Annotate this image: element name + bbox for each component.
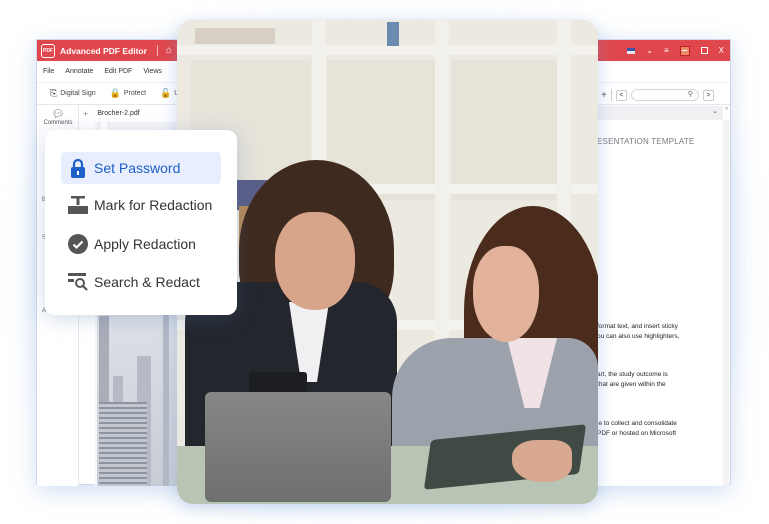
search-input[interactable]: ⚲ — [630, 89, 699, 101]
document-heading: ESENTATION TEMPLATE — [597, 137, 695, 146]
document-tab-bar: + Brocher-2.pdf — [79, 105, 189, 122]
comments-label: Comments — [43, 120, 73, 126]
menu-annotate[interactable]: Annotate — [65, 68, 93, 75]
collapse-panel-icon[interactable]: « — [725, 106, 728, 112]
page-navigation: + < ⚲ > — [597, 84, 731, 106]
menu-item-label: Mark for Redaction — [94, 197, 213, 213]
lock-icon — [67, 157, 89, 179]
document-tab[interactable]: Brocher-2.pdf — [97, 110, 139, 117]
mark-redaction-icon — [67, 194, 89, 216]
comments-rail-item[interactable]: 💬︎ Comments — [37, 109, 79, 126]
hamburger-menu-icon[interactable]: ≡ — [664, 46, 669, 55]
search-redact-icon — [67, 271, 89, 293]
books — [387, 22, 399, 46]
app-logo-icon: PDF — [41, 43, 55, 58]
protect-label: Protect — [123, 90, 147, 97]
menu-item-search-redact[interactable]: Search & Redact — [61, 266, 221, 298]
home-icon[interactable]: ⌂ — [166, 45, 172, 56]
next-page-button[interactable]: > — [702, 89, 714, 101]
menu-item-set-password[interactable]: Set Password — [61, 152, 221, 184]
app-title: Advanced PDF Editor — [60, 45, 147, 56]
language-chevron-icon[interactable]: ⌄ — [646, 46, 653, 55]
right-tab-strip: ⌄ — [597, 106, 723, 120]
minimize-button[interactable] — [679, 45, 690, 56]
office-photo — [177, 20, 598, 504]
menu-item-label: Search & Redact — [94, 274, 200, 290]
window-controls: ⌄ ≡ X — [627, 40, 724, 61]
close-button[interactable]: X — [719, 46, 724, 55]
comments-icon: 💬︎ — [51, 109, 65, 120]
scrollbar[interactable] — [723, 120, 729, 486]
unlock-icon: 🔓 — [160, 88, 172, 98]
menu-item-apply-redaction[interactable]: Apply Redaction — [61, 228, 221, 260]
menu-file[interactable]: File — [43, 68, 54, 75]
menu-views[interactable]: Views — [143, 68, 162, 75]
digital-sign-icon: ⎘ — [50, 88, 58, 98]
laptop — [205, 392, 391, 502]
paragraph-1-line-2: ou can also use highlighters, — [597, 333, 680, 340]
paragraph-2-line-1: art, the study outcome is — [597, 371, 668, 378]
language-flag-icon[interactable] — [627, 47, 636, 54]
menu-item-label: Apply Redaction — [94, 236, 196, 252]
paragraph-1-line-1: format text, and insert sticky — [597, 323, 678, 330]
protect-button[interactable]: 🔒 Protect — [110, 88, 146, 99]
menu-item-mark-for-redaction[interactable]: Mark for Redaction — [61, 189, 221, 221]
paragraph-2-line-2: that are given within the — [597, 381, 666, 388]
lock-icon: 🔒 — [109, 88, 121, 98]
security-popup-menu: Set Password Mark for Redaction Apply Re… — [45, 130, 237, 315]
zoom-in-icon[interactable]: + — [601, 90, 607, 101]
calculator — [249, 372, 307, 392]
digital-sign-button[interactable]: ⎘ Digital Sign — [50, 88, 96, 99]
check-circle-icon — [67, 233, 89, 255]
nav-divider — [610, 89, 612, 101]
shelf — [177, 45, 598, 55]
paragraph-3-line-1: le to collect and consolidate — [597, 420, 677, 427]
maximize-button[interactable] — [700, 47, 708, 54]
document-page-right: ESENTATION TEMPLATE format text, and ins… — [597, 120, 723, 486]
search-icon: ⚲ — [687, 91, 693, 98]
books — [195, 28, 275, 44]
prev-page-button[interactable]: < — [615, 89, 627, 101]
menu-item-label: Set Password — [94, 160, 181, 176]
paragraph-3-line-2: PDF or hosted on Microsoft — [597, 430, 677, 437]
title-divider — [156, 45, 158, 56]
city-illustration — [97, 302, 187, 486]
menu-edit-pdf[interactable]: Edit PDF — [104, 68, 132, 75]
chevron-down-icon[interactable]: ⌄ — [712, 107, 718, 115]
new-tab-icon[interactable]: + — [83, 109, 88, 119]
digital-sign-label: Digital Sign — [60, 90, 96, 97]
